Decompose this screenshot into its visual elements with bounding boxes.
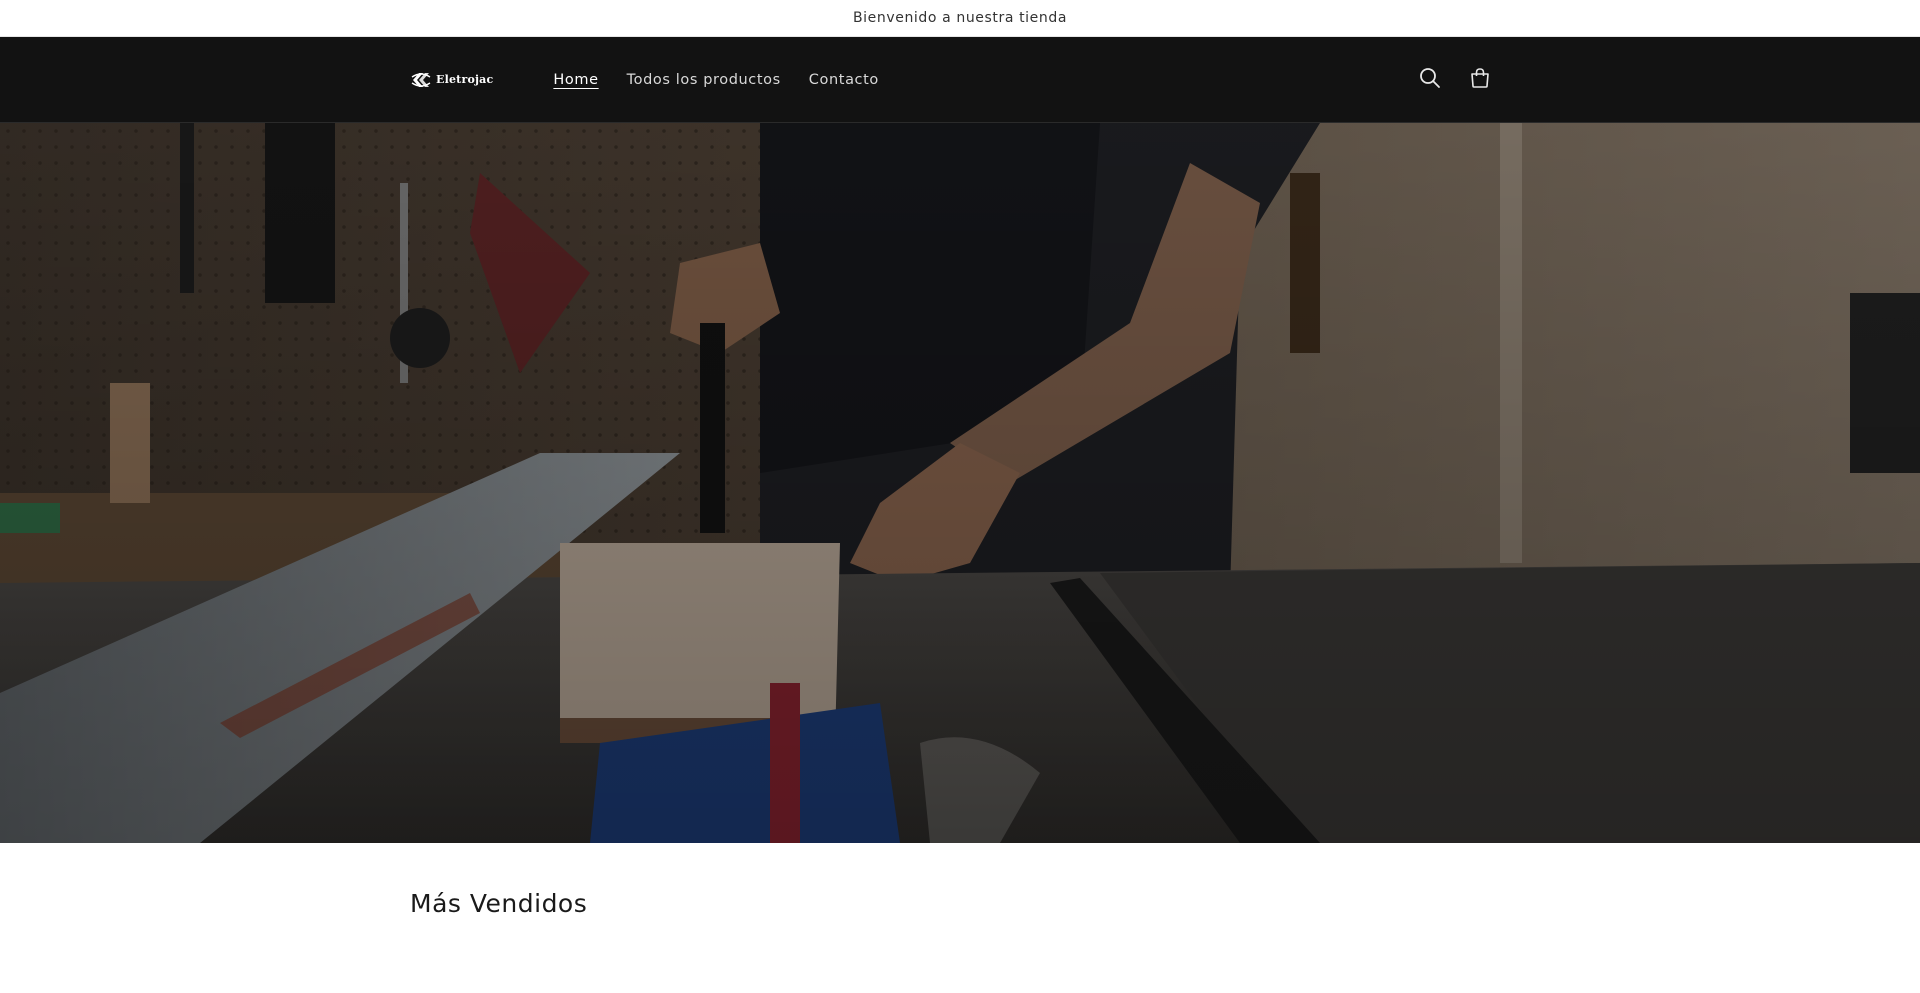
hero-banner	[0, 123, 1920, 843]
announcement-bar: Bienvenido a nuestra tienda	[0, 0, 1920, 37]
section-title: Más Vendidos	[410, 889, 588, 918]
main-nav: Home Todos los productos Contacto	[541, 66, 891, 94]
nav-contact[interactable]: Contacto	[797, 66, 891, 94]
cart-button[interactable]	[1458, 58, 1502, 102]
logo-text: Eletrojac	[436, 73, 494, 86]
search-icon	[1419, 67, 1441, 93]
header-inner: Eletrojac Home Todos los productos Conta…	[410, 37, 1510, 122]
cart-icon	[1469, 67, 1491, 93]
announcement-text: Bienvenido a nuestra tienda	[852, 10, 1068, 26]
hero-image	[0, 123, 1920, 843]
nav-all-products[interactable]: Todos los productos	[615, 66, 793, 94]
featured-collection: Más Vendidos	[0, 843, 1920, 993]
logo-mark-icon	[410, 71, 432, 89]
search-button[interactable]	[1408, 58, 1452, 102]
nav-home[interactable]: Home	[541, 66, 610, 94]
header-icons	[1408, 58, 1502, 102]
store-logo[interactable]: Eletrojac	[410, 71, 493, 89]
site-header: Eletrojac Home Todos los productos Conta…	[0, 37, 1920, 123]
